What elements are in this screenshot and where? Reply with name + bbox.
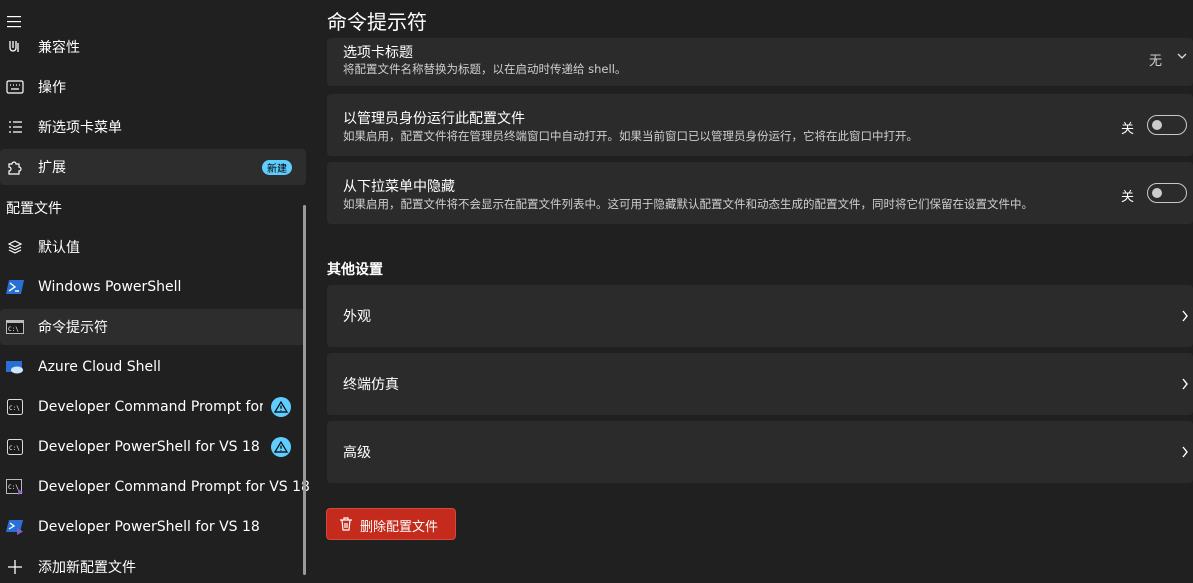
sidebar-item-windows-powershell[interactable]: Windows PowerShell (0, 269, 306, 305)
settings-window: 兼容性 操作 新选项卡菜单 扩展 新建 配置文件 默认值 Windows Pow… (0, 0, 1193, 583)
nav-label: 外观 (343, 309, 371, 325)
new-badge: 新建 (262, 160, 292, 175)
terminal-emulation-nav[interactable]: 终端仿真 (327, 353, 1193, 415)
appearance-nav[interactable]: 外观 (327, 285, 1193, 347)
sidebar-item-command-prompt[interactable]: C:\ 命令提示符 (0, 309, 306, 345)
sidebar-item-actions[interactable]: 操作 (0, 69, 306, 105)
svg-text:C:\: C:\ (9, 405, 20, 412)
sidebar-item-label: Azure Cloud Shell (38, 359, 161, 375)
powershell-icon (6, 278, 24, 296)
sidebar-scrollbar[interactable] (303, 205, 306, 575)
sidebar-item-label: 默认值 (38, 240, 80, 256)
sidebar-item-extensions[interactable]: 扩展 新建 (0, 149, 306, 185)
trash-icon (340, 517, 352, 531)
setting-title: 从下拉菜单中隐藏 (343, 179, 455, 195)
svg-text:C:\: C:\ (8, 484, 19, 491)
cmd-icon: C:\ (6, 438, 24, 456)
sidebar-item-label: 兼容性 (38, 40, 80, 56)
svg-text:C:\: C:\ (8, 326, 19, 333)
sidebar-item-label: 命令提示符 (38, 320, 108, 336)
sidebar-item-defaults[interactable]: 默认值 (0, 229, 306, 265)
puzzle-icon (6, 158, 24, 176)
run-as-admin-setting: 以管理员身份运行此配置文件 如果启用，配置文件将在管理员终端窗口中自动打开。如果… (327, 94, 1193, 156)
sidebar-item-label: 扩展 (38, 160, 66, 176)
sidebar-item-label: Developer PowerShell for VS 18 [Pre (38, 439, 263, 455)
other-settings-header: 其他设置 (327, 262, 383, 278)
list-icon (6, 118, 24, 136)
toggle-state-label: 关 (1121, 122, 1135, 137)
sidebar-item-dev-powershell-vs-preview[interactable]: C:\ Developer PowerShell for VS 18 [Pre (0, 429, 306, 465)
sidebar-item-label: Developer Command Prompt for VS (38, 399, 263, 415)
compatibility-icon (6, 38, 24, 56)
chevron-right-icon (1182, 446, 1188, 458)
plus-icon (6, 558, 24, 576)
chevron-right-icon (1182, 378, 1188, 390)
vs-cmd-icon: C:\ (6, 478, 24, 496)
sidebar-item-dev-powershell-vs18[interactable]: Developer PowerShell for VS 18 (0, 509, 306, 545)
toggle-knob (1152, 120, 1162, 130)
svg-text:C:\: C:\ (9, 445, 20, 452)
layers-icon (6, 238, 24, 256)
setting-description: 如果启用，配置文件将不会显示在配置文件列表中。这可用于隐藏默认配置文件和动态生成… (343, 197, 1033, 211)
sidebar-item-azure-cloud-shell[interactable]: Azure Cloud Shell (0, 349, 306, 385)
profiles-section-header: 配置文件 (6, 201, 62, 217)
delete-profile-button[interactable]: 删除配置文件 (326, 508, 456, 540)
setting-title: 选项卡标题 (343, 45, 413, 61)
cmd-icon: C:\ (6, 398, 24, 416)
nav-label: 终端仿真 (343, 377, 399, 393)
azure-cloud-icon (6, 358, 24, 376)
keyboard-icon (6, 78, 24, 96)
sidebar: 兼容性 操作 新选项卡菜单 扩展 新建 配置文件 默认值 Windows Pow… (0, 0, 310, 583)
sidebar-item-label: Windows PowerShell (38, 279, 182, 295)
chevron-right-icon (1182, 310, 1188, 322)
sidebar-item-compatibility[interactable]: 兼容性 (0, 29, 306, 65)
setting-title: 以管理员身份运行此配置文件 (343, 111, 525, 127)
nav-label: 高级 (343, 445, 371, 461)
warning-icon (271, 437, 291, 457)
toggle-knob (1152, 188, 1162, 198)
setting-description: 如果启用，配置文件将在管理员终端窗口中自动打开。如果当前窗口已以管理员身份运行，… (343, 129, 918, 143)
warning-icon (271, 397, 291, 417)
sidebar-item-new-tab-menu[interactable]: 新选项卡菜单 (0, 109, 306, 145)
advanced-nav[interactable]: 高级 (327, 421, 1193, 483)
sidebar-item-label: 新选项卡菜单 (38, 120, 122, 136)
sidebar-item-label: 操作 (38, 80, 66, 96)
run-as-admin-toggle[interactable] (1147, 115, 1187, 135)
toggle-state-label: 关 (1121, 190, 1135, 205)
hide-from-dropdown-setting: 从下拉菜单中隐藏 如果启用，配置文件将不会显示在配置文件列表中。这可用于隐藏默认… (327, 162, 1193, 224)
tab-title-setting[interactable]: 选项卡标题 将配置文件名称替换为标题，以在启动时传递给 shell。 无 (327, 38, 1193, 86)
hide-from-dropdown-toggle[interactable] (1147, 183, 1187, 203)
dropdown-value: 无 (1149, 54, 1163, 69)
sidebar-item-label: Developer PowerShell for VS 18 (38, 519, 260, 535)
cmd-icon: C:\ (6, 318, 24, 336)
delete-profile-label: 删除配置文件 (360, 520, 439, 535)
vs-powershell-icon (6, 518, 24, 536)
sidebar-item-dev-cmd-vs[interactable]: C:\ Developer Command Prompt for VS (0, 389, 306, 425)
sidebar-item-label: 添加新配置文件 (38, 560, 136, 576)
page-title: 命令提示符 (327, 10, 427, 34)
sidebar-item-add-new-profile[interactable]: 添加新配置文件 (0, 549, 306, 583)
sidebar-item-dev-cmd-vs18[interactable]: C:\ Developer Command Prompt for VS 18 (0, 469, 310, 505)
chevron-down-icon (1177, 53, 1187, 59)
setting-description: 将配置文件名称替换为标题，以在启动时传递给 shell。 (343, 62, 627, 76)
sidebar-item-label: Developer Command Prompt for VS 18 (38, 479, 310, 495)
